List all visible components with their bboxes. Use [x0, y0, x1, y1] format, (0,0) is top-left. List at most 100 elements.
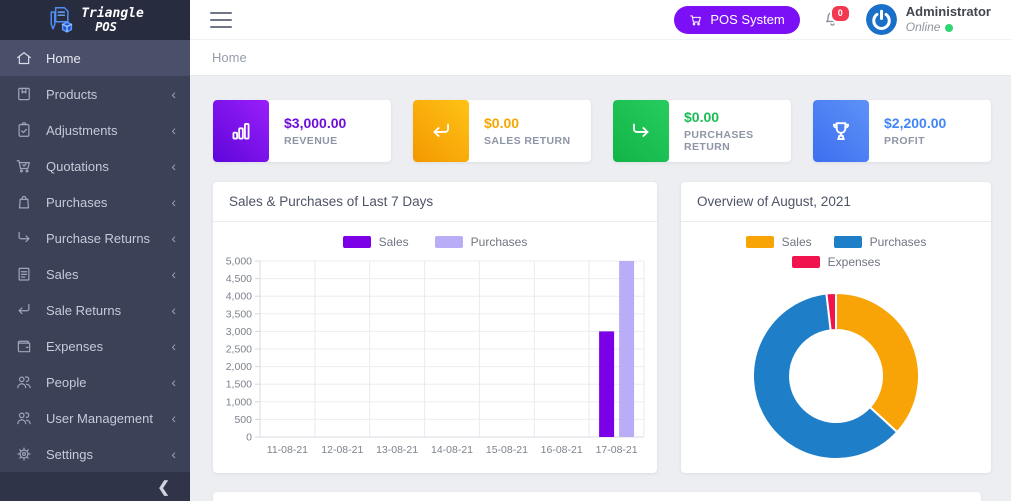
breadcrumb-home[interactable]: Home [212, 50, 247, 65]
sidebar-item-label: Sales [46, 267, 171, 282]
collapse-sidebar-icon[interactable]: ❮ [157, 478, 170, 496]
stat-card-body: $2,200.00 PROFIT [869, 100, 946, 162]
stat-value: $3,000.00 [284, 115, 346, 131]
sidebar-item-people[interactable]: People ‹ [0, 364, 190, 400]
sidebar-item-products[interactable]: Products ‹ [0, 76, 190, 112]
legend-item-expenses[interactable]: Expenses [792, 255, 881, 269]
settings-gear-icon [15, 445, 33, 463]
stat-card-revenue: $3,000.00 REVENUE [213, 100, 391, 162]
svg-text:3,000: 3,000 [226, 326, 252, 338]
sidebar-item-home[interactable]: Home [0, 40, 190, 76]
return-right-icon [613, 100, 669, 162]
svg-text:16-08-21: 16-08-21 [541, 444, 583, 456]
cart-icon [689, 13, 703, 27]
bar-sales-17-08-21[interactable] [599, 331, 614, 437]
chevron-left-icon: ‹ [171, 339, 176, 353]
sales-purchases-chart-card: Sales & Purchases of Last 7 Days Sales P… [213, 182, 657, 473]
legend-item-purchases[interactable]: Purchases [435, 235, 528, 249]
sidebar-item-settings[interactable]: Settings ‹ [0, 436, 190, 472]
stat-value: $2,200.00 [884, 115, 946, 131]
sidebar-collapse-bar[interactable]: ❮ [0, 472, 190, 501]
user-status-label: Online [906, 20, 941, 35]
svg-text:500: 500 [234, 414, 252, 426]
return-left-icon [428, 118, 454, 144]
notifications-button[interactable]: 0 [822, 8, 844, 32]
stat-card-purchases-return: $0.00 PURCHASES RETURN [613, 100, 791, 162]
breadcrumb: Home [190, 40, 1011, 76]
settings-gear-icon [15, 445, 33, 463]
sidebar-item-label: Purchases [46, 195, 171, 210]
user-management-icon [15, 409, 33, 427]
return-left-icon [413, 100, 469, 162]
trophy-icon [828, 118, 854, 144]
chevron-left-icon: ‹ [171, 195, 176, 209]
bar-chart-icon [213, 100, 269, 162]
expenses-wallet-icon [15, 337, 33, 355]
bar-chart-legend: Sales Purchases [213, 235, 657, 249]
people-icon [15, 373, 33, 391]
hamburger-icon[interactable] [210, 12, 232, 28]
chart-title: Sales & Purchases of Last 7 Days [229, 194, 433, 209]
pos-system-button[interactable]: POS System [674, 6, 799, 34]
sidebar-item-expenses[interactable]: Expenses ‹ [0, 328, 190, 364]
stat-card-body: $0.00 PURCHASES RETURN [669, 100, 791, 162]
stat-value: $0.00 [684, 109, 791, 125]
power-avatar-icon [866, 4, 897, 35]
top-bar: POS System 0 Administrator Online [190, 0, 1011, 40]
sidebar-item-sale-returns[interactable]: Sale Returns ‹ [0, 292, 190, 328]
legend-label: Sales [782, 235, 812, 249]
user-menu[interactable]: Administrator Online [866, 4, 991, 35]
chevron-left-icon: ‹ [171, 267, 176, 281]
purchase-returns-icon [15, 229, 33, 247]
legend-item-sales[interactable]: Sales [746, 235, 812, 249]
user-status: Online [906, 20, 991, 35]
stat-card-sales-return: $0.00 SALES RETURN [413, 100, 591, 162]
sales-icon [15, 265, 33, 283]
sidebar-item-sales[interactable]: Sales ‹ [0, 256, 190, 292]
sidebar-item-purchases[interactable]: Purchases ‹ [0, 184, 190, 220]
sidebar-item-user-management[interactable]: User Management ‹ [0, 400, 190, 436]
adjustments-icon [15, 121, 33, 139]
people-icon [15, 373, 33, 391]
svg-text:14-08-21: 14-08-21 [431, 444, 473, 456]
user-name: Administrator [906, 4, 991, 20]
user-management-icon [15, 409, 33, 427]
pos-system-label: POS System [710, 12, 784, 27]
stat-card-profit: $2,200.00 PROFIT [813, 100, 991, 162]
chevron-left-icon: ‹ [171, 411, 176, 425]
online-status-dot [945, 24, 953, 32]
legend-item-purchases[interactable]: Purchases [834, 235, 927, 249]
app-logo[interactable]: Triangle POS [0, 0, 190, 40]
quotations-cart-icon [15, 157, 33, 175]
sidebar-item-label: Quotations [46, 159, 171, 174]
svg-text:1,000: 1,000 [226, 396, 252, 408]
quotations-cart-icon [15, 157, 33, 175]
sales-icon [15, 265, 33, 283]
sidebar-item-label: Sale Returns [46, 303, 171, 318]
expenses-wallet-icon [15, 337, 33, 355]
chevron-left-icon: ‹ [171, 303, 176, 317]
stat-label: SALES RETURN [484, 135, 570, 147]
donut-chart [737, 277, 935, 473]
next-section-card [213, 492, 981, 501]
donut-card-header: Overview of August, 2021 [681, 182, 991, 222]
sidebar-item-purchase-returns[interactable]: Purchase Returns ‹ [0, 220, 190, 256]
svg-text:2,000: 2,000 [226, 361, 252, 373]
products-icon [15, 85, 33, 103]
sidebar-item-quotations[interactable]: Quotations ‹ [0, 148, 190, 184]
sidebar-item-adjustments[interactable]: Adjustments ‹ [0, 112, 190, 148]
svg-text:13-08-21: 13-08-21 [376, 444, 418, 456]
purchases-bag-icon [15, 193, 33, 211]
donut-chart-legend: Sales Purchases Expenses [691, 235, 981, 269]
sale-returns-icon [15, 301, 33, 319]
sidebar-item-label: User Management [46, 411, 171, 426]
legend-item-sales[interactable]: Sales [343, 235, 409, 249]
bar-purchases-17-08-21[interactable] [619, 261, 634, 437]
chevron-left-icon: ‹ [171, 231, 176, 245]
donut-slice-sales[interactable] [836, 293, 919, 432]
sidebar-item-label: Settings [46, 447, 171, 462]
monthly-overview-card: Overview of August, 2021 Sales Purchases… [681, 182, 991, 473]
legend-swatch [343, 236, 371, 248]
svg-text:15-08-21: 15-08-21 [486, 444, 528, 456]
chevron-left-icon: ‹ [171, 159, 176, 173]
